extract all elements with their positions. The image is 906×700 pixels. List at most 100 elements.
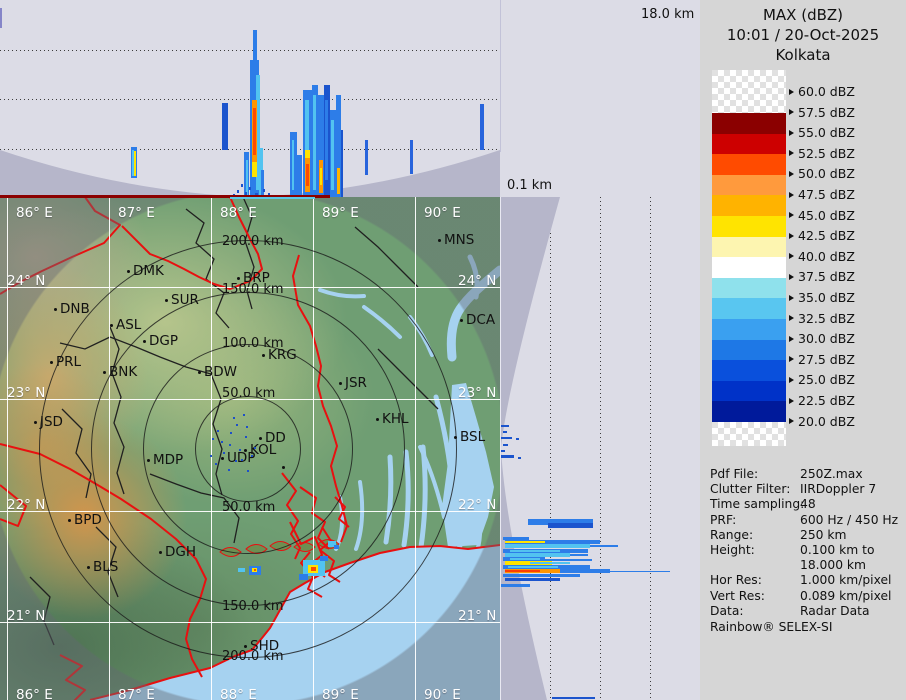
legend-color-band xyxy=(712,216,786,237)
legend-tick-arrow xyxy=(789,109,794,116)
product-datetime: 10:01 / 20-Oct-2025 xyxy=(726,26,880,44)
latitude-label: 23° N xyxy=(7,385,46,401)
legend-color-band xyxy=(712,380,786,402)
meta-label: Clutter Filter: xyxy=(710,482,791,497)
city-marker-dot xyxy=(237,277,240,280)
legend-entry-label: 35.0 dBZ xyxy=(798,290,855,305)
legend-tick-arrow xyxy=(789,356,794,363)
city-label: PRL xyxy=(56,354,82,370)
panel-divider xyxy=(500,197,501,700)
latitude-label: 21° N xyxy=(7,608,46,624)
city-marker-dot xyxy=(339,382,342,385)
longitude-label: 88° E xyxy=(220,687,257,700)
legend-entry-label: 47.5 dBZ xyxy=(798,187,855,202)
legend-entry-label: 52.5 dBZ xyxy=(798,145,855,161)
city-label: BRP xyxy=(243,270,270,286)
legend-entry-label: 40.0 dBZ xyxy=(798,248,855,264)
height-axis-max-label: 18.0 km xyxy=(641,7,695,22)
legend-entry: 60.0 dBZ xyxy=(789,84,855,100)
city-label: SUR xyxy=(171,292,199,308)
legend-entry: 27.5 dBZ xyxy=(789,351,855,367)
latitude-label: 22° N xyxy=(458,497,497,513)
legend-color-band xyxy=(712,195,786,217)
meta-value: 0.100 km to xyxy=(800,543,875,557)
longitude-label: 89° E xyxy=(322,687,359,700)
city-marker-dot xyxy=(221,457,224,460)
city-label: KRG xyxy=(268,347,297,363)
legend-swatch-transparent-bottom xyxy=(712,422,786,446)
longitude-label: 86° E xyxy=(16,687,53,700)
city-marker-dot xyxy=(127,270,130,273)
legend-tick-arrow xyxy=(789,129,794,136)
city-marker-dot xyxy=(454,436,457,439)
software-credit: Rainbow® SELEX-SI xyxy=(710,620,833,634)
radar-display: 18.0 km 0.1 km 86° E 86° E 87° E 87° E 8… xyxy=(0,0,906,700)
legend-entry-label: 27.5 dBZ xyxy=(798,351,855,367)
meta-value: 250Z.max xyxy=(800,467,863,481)
city-label: JSD xyxy=(40,414,63,430)
meta-label: Data: xyxy=(710,603,744,618)
legend-color-band xyxy=(712,133,786,155)
legend-tick-arrow xyxy=(789,212,794,219)
legend-tick-arrow xyxy=(789,88,794,95)
city-marker-dot xyxy=(198,371,201,374)
range-ring-label: 50.0 km xyxy=(222,386,276,401)
legend-entry: 37.5 dBZ xyxy=(789,269,855,285)
city-label: MDP xyxy=(153,452,184,468)
meta-value: 1.000 km/pixel xyxy=(800,573,892,588)
legend-entry-label: 20.0 dBZ xyxy=(798,413,855,429)
legend-color-band xyxy=(712,174,786,196)
longitude-label: 86° E xyxy=(16,205,53,221)
longitude-label: 89° E xyxy=(322,205,359,221)
legend-color-band xyxy=(712,319,786,340)
legend-entry: 52.5 dBZ xyxy=(789,145,855,161)
meta-label: Time sampling: xyxy=(710,497,805,512)
product-title: MAX (dBZ) xyxy=(762,6,844,24)
longitude-label: 90° E xyxy=(424,205,461,221)
latitude-label: 23° N xyxy=(458,385,497,401)
beyond-range-wedge xyxy=(501,197,560,700)
legend-tick-arrow xyxy=(789,232,794,239)
legend-color-band xyxy=(712,339,786,361)
legend-entry: 45.0 dBZ xyxy=(789,207,855,223)
right-cross-section-panel xyxy=(501,197,700,700)
meta-value: Radar Data xyxy=(800,603,870,618)
meta-label: PRF: xyxy=(710,512,737,527)
range-ring xyxy=(39,240,457,658)
legend-color-band xyxy=(712,277,786,299)
legend-tick-arrow xyxy=(789,253,794,260)
city-marker-dot xyxy=(103,371,106,374)
range-ring-label: 50.0 km xyxy=(222,500,276,515)
legend-color-band xyxy=(712,401,786,423)
city-label: BLS xyxy=(93,559,119,575)
legend-tick-arrow xyxy=(789,150,794,157)
legend-tick-arrow xyxy=(789,294,794,301)
radar-map: 86° E 86° E 87° E 87° E 88° E 88° E 89° E 89° E… xyxy=(0,197,500,700)
legend-entry: 32.5 dBZ xyxy=(789,310,855,326)
latitude-label: 22° N xyxy=(7,497,46,513)
legend-entry-label: 57.5 dBZ xyxy=(798,104,855,120)
legend-color-band xyxy=(712,154,786,176)
city-marker-dot xyxy=(165,299,168,302)
legend-color-band xyxy=(712,113,786,134)
beyond-range-wedge xyxy=(0,150,500,197)
city-marker-dot xyxy=(34,421,37,424)
legend-color-band xyxy=(712,236,786,258)
legend-tick-arrow xyxy=(789,418,794,425)
city-label: DGH xyxy=(165,544,197,560)
station-name: Kolkata xyxy=(775,46,831,64)
meta-label: Pdf File: xyxy=(710,467,759,481)
city-label: MNS xyxy=(444,232,475,248)
longitude-label: 88° E xyxy=(220,205,257,221)
city-label: UDP xyxy=(227,450,256,466)
city-label: DMK xyxy=(133,263,164,279)
latitude-label: 21° N xyxy=(458,608,497,624)
city-label: SHD xyxy=(250,638,280,654)
legend-color-band xyxy=(712,298,786,320)
legend-entry: 42.5 dBZ xyxy=(789,228,855,244)
legend-entry-label: 50.0 dBZ xyxy=(798,166,855,182)
city-label: KHL xyxy=(382,411,409,427)
legend-entry: 50.0 dBZ xyxy=(789,166,855,182)
city-marker-dot xyxy=(244,645,247,648)
legend-entry: 55.0 dBZ xyxy=(789,125,855,141)
